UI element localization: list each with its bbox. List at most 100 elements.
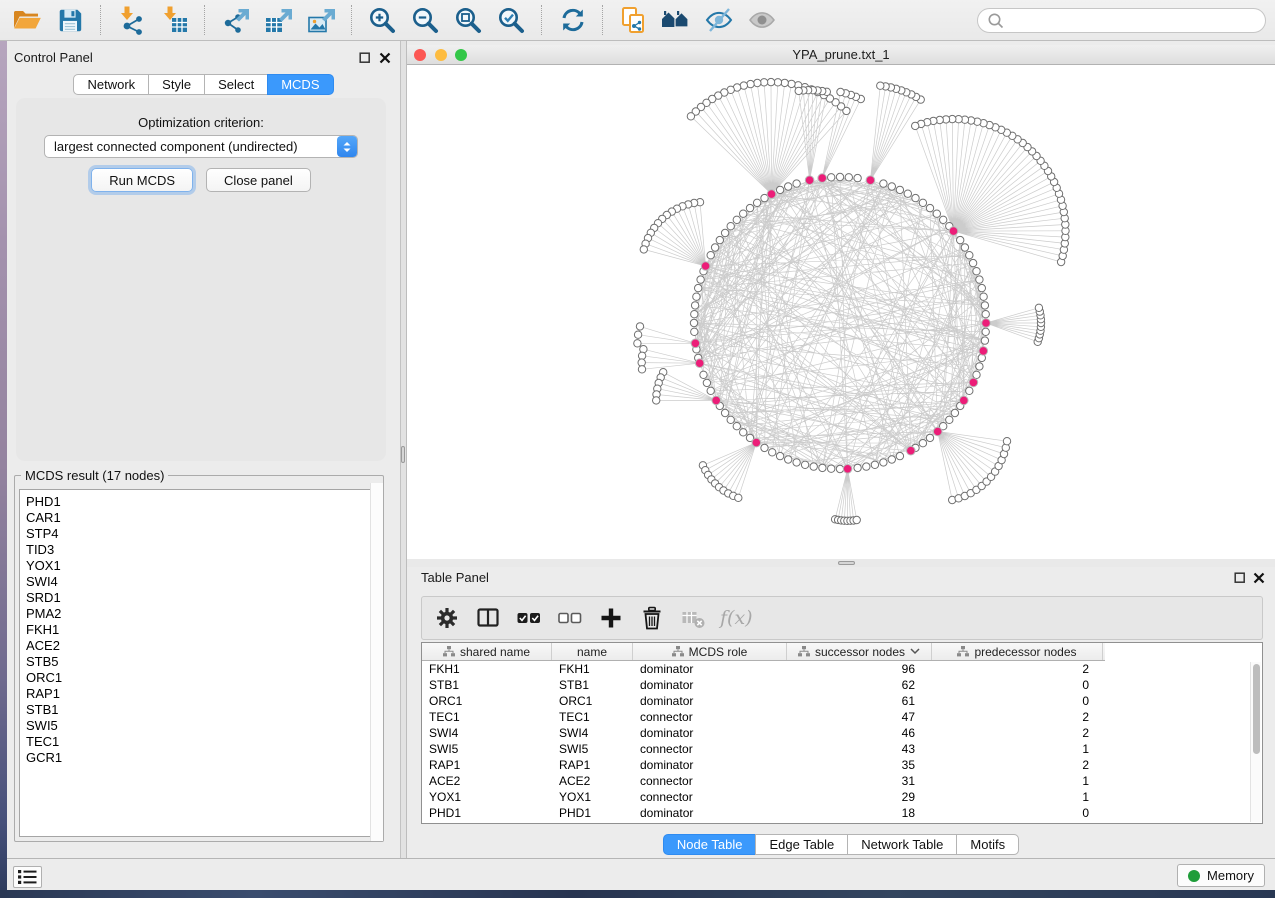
table-panel-close-button[interactable] — [1253, 572, 1265, 584]
mcds-result-item[interactable]: GCR1 — [26, 750, 378, 766]
tab-style[interactable]: Style — [148, 74, 205, 95]
mcds-result-item[interactable]: TEC1 — [26, 734, 378, 750]
table-row[interactable]: SWI5SWI5connector431 — [422, 741, 1262, 757]
mcds-result-item[interactable]: YOX1 — [26, 558, 378, 574]
table-row[interactable]: STB1STB1dominator620 — [422, 677, 1262, 693]
zoom-out-button[interactable] — [407, 3, 443, 37]
show-columns-button[interactable] — [474, 605, 501, 632]
mcds-result-item[interactable]: SRD1 — [26, 590, 378, 606]
zoom-selected-button[interactable] — [493, 3, 529, 37]
control-panel-title: Control Panel — [14, 50, 93, 65]
import-network-button[interactable] — [113, 3, 149, 37]
zoom-fit-button[interactable] — [450, 3, 486, 37]
vertical-splitter[interactable] — [400, 41, 407, 858]
control-panel-float-button[interactable] — [359, 52, 371, 64]
tab-network[interactable]: Network — [73, 74, 149, 95]
tab-node-table[interactable]: Node Table — [663, 834, 757, 855]
table-row[interactable]: ACE2ACE2connector311 — [422, 773, 1262, 789]
mcds-result-item[interactable]: ACE2 — [26, 638, 378, 654]
import-table-button[interactable] — [156, 3, 192, 37]
network-canvas[interactable] — [407, 65, 1275, 559]
memory-label: Memory — [1207, 868, 1254, 883]
column-header-shared-name[interactable]: shared name — [422, 643, 552, 660]
task-history-button[interactable] — [13, 866, 42, 888]
table-options-button[interactable] — [433, 605, 460, 632]
mcds-result-item[interactable]: STB1 — [26, 702, 378, 718]
table-row[interactable]: ORC1ORC1dominator610 — [422, 693, 1262, 709]
column-header-predecessor-nodes[interactable]: predecessor nodes — [932, 643, 1103, 660]
column-header-successor-nodes[interactable]: successor nodes — [787, 643, 932, 660]
window-minimize-button[interactable] — [435, 49, 447, 61]
zoom-in-button[interactable] — [364, 3, 400, 37]
mcds-result-title: MCDS result (17 nodes) — [21, 468, 168, 483]
first-neighbors-button[interactable] — [658, 3, 694, 37]
column-header-name[interactable]: name — [552, 643, 633, 660]
delete-column-button[interactable] — [638, 605, 665, 632]
column-header-mcds-role[interactable]: MCDS role — [633, 643, 787, 660]
table-row[interactable]: TEC1TEC1connector472 — [422, 709, 1262, 725]
refresh-icon — [557, 5, 587, 35]
optimization-criterion-select[interactable]: largest connected component (undirected) — [44, 135, 358, 158]
table-row[interactable]: PHD1PHD1dominator180 — [422, 805, 1262, 821]
splitter-grip[interactable] — [401, 446, 405, 463]
export-image-button[interactable] — [303, 3, 339, 37]
mcds-result-item[interactable]: SWI5 — [26, 718, 378, 734]
mcds-result-item[interactable]: STB5 — [26, 654, 378, 670]
run-mcds-button[interactable]: Run MCDS — [91, 168, 193, 192]
new-network-from-selection-icon — [618, 5, 648, 35]
table-row[interactable]: FKH1FKH1dominator962 — [422, 661, 1262, 677]
horizontal-splitter[interactable] — [407, 559, 1275, 567]
mcds-result-scrollbar[interactable] — [370, 483, 383, 841]
delete-table-button[interactable] — [679, 605, 706, 632]
right-area: YPA_prune.txt_1 Table Panel f(x) — [407, 41, 1275, 858]
function-builder-icon[interactable]: f(x) — [720, 607, 753, 629]
mcds-result-item[interactable]: FKH1 — [26, 622, 378, 638]
tab-edge-table[interactable]: Edge Table — [755, 834, 848, 855]
export-table-button[interactable] — [260, 3, 296, 37]
sort-desc-icon — [910, 648, 920, 655]
table-scrollbar[interactable] — [1250, 662, 1261, 822]
search-input[interactable] — [1010, 13, 1256, 28]
hide-selection-button[interactable] — [701, 3, 737, 37]
tab-mcds[interactable]: MCDS — [267, 74, 333, 95]
control-panel-close-button[interactable] — [379, 52, 391, 64]
delete-table-icon — [680, 605, 706, 631]
tab-select[interactable]: Select — [204, 74, 268, 95]
splitter-grip[interactable] — [838, 561, 855, 565]
deselect-all-button[interactable] — [556, 605, 583, 632]
save-session-button[interactable] — [52, 3, 88, 37]
optimization-criterion-value: largest connected component (undirected) — [54, 139, 298, 154]
table-panel-float-button[interactable] — [1234, 572, 1246, 584]
export-network-button[interactable] — [217, 3, 253, 37]
table-row[interactable]: SWI4SWI4dominator462 — [422, 725, 1262, 741]
select-all-button[interactable] — [515, 605, 542, 632]
window-maximize-button[interactable] — [455, 49, 467, 61]
memory-button[interactable]: Memory — [1177, 864, 1265, 887]
toolbar-separator — [100, 5, 101, 35]
toolbar-separator — [204, 5, 205, 35]
open-session-button[interactable] — [9, 3, 45, 37]
mcds-result-item[interactable]: PMA2 — [26, 606, 378, 622]
mcds-result-item[interactable]: SWI4 — [26, 574, 378, 590]
table-row[interactable]: RAP1RAP1dominator352 — [422, 757, 1262, 773]
create-column-button[interactable] — [597, 605, 624, 632]
node-table-header: shared name name MCDS role successor nod… — [422, 643, 1105, 661]
new-network-from-selection-button[interactable] — [615, 3, 651, 37]
close-panel-button[interactable]: Close panel — [206, 168, 311, 192]
mcds-result-item[interactable]: STP4 — [26, 526, 378, 542]
mcds-result-item[interactable]: TID3 — [26, 542, 378, 558]
mcds-result-item[interactable]: RAP1 — [26, 686, 378, 702]
tab-network-table[interactable]: Network Table — [847, 834, 957, 855]
mcds-result-item[interactable]: CAR1 — [26, 510, 378, 526]
mcds-result-item[interactable]: PHD1 — [26, 494, 378, 510]
scrollbar-thumb[interactable] — [1253, 664, 1260, 754]
table-row[interactable]: YOX1YOX1connector291 — [422, 789, 1262, 805]
window-close-button[interactable] — [414, 49, 426, 61]
network-graph[interactable] — [407, 65, 1275, 559]
mcds-result-item[interactable]: ORC1 — [26, 670, 378, 686]
refresh-button[interactable] — [554, 3, 590, 37]
show-all-button[interactable] — [744, 3, 780, 37]
tab-motifs[interactable]: Motifs — [956, 834, 1019, 855]
network-window-title: YPA_prune.txt_1 — [407, 45, 1275, 64]
open-folder-icon — [12, 5, 42, 35]
